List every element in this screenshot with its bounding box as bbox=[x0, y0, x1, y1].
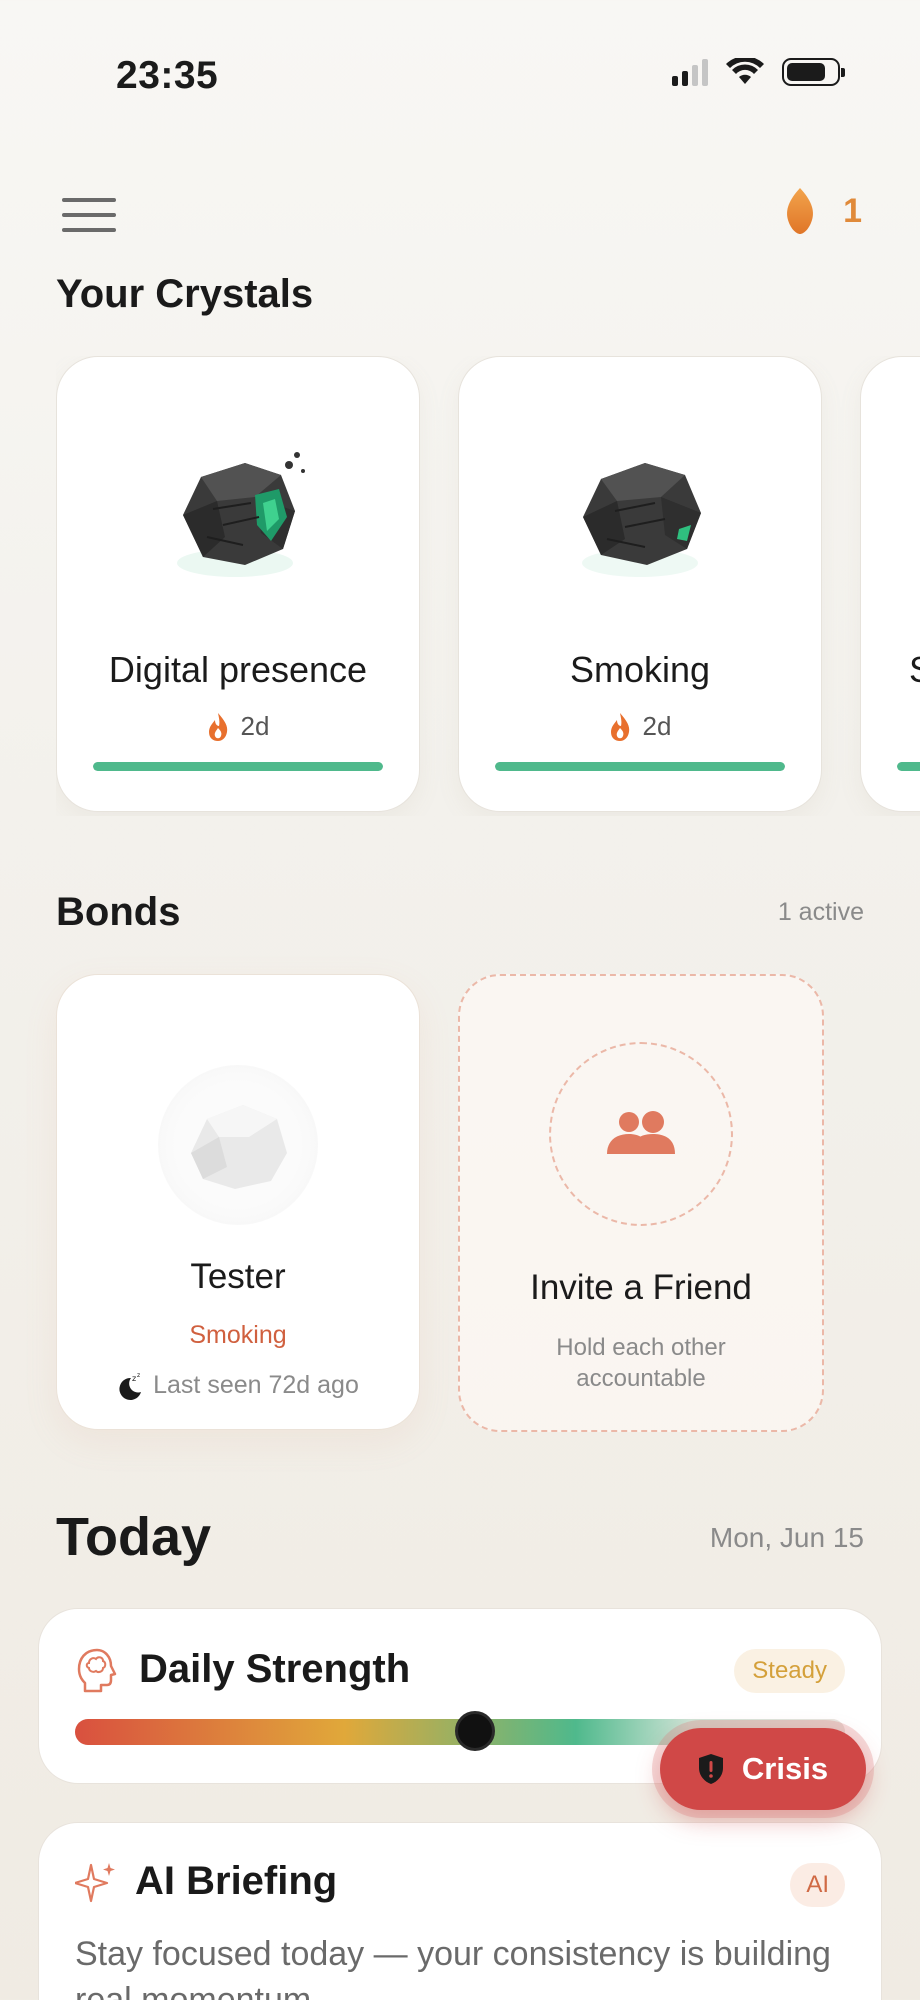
crystal-card-digital-presence[interactable]: Digital presence 2d bbox=[56, 356, 420, 812]
crystal-progress-bar bbox=[495, 762, 785, 771]
sleep-moon-icon: z z bbox=[119, 1372, 142, 1400]
crystal-image bbox=[177, 452, 305, 577]
status-icons bbox=[672, 58, 845, 86]
strength-status-badge: Steady bbox=[734, 1649, 845, 1693]
crystal-card-smoking[interactable]: Smoking 2d bbox=[458, 356, 822, 812]
crystals-carousel[interactable]: Digital presence 2d Smoking 2d S bbox=[56, 356, 920, 816]
today-date: Mon, Jun 15 bbox=[709, 1522, 864, 1553]
crystal-streak: 2d bbox=[459, 711, 821, 742]
bond-friend-habit: Smoking bbox=[189, 1321, 287, 1349]
crystal-progress-bar bbox=[897, 762, 920, 771]
bond-avatar bbox=[158, 1065, 318, 1225]
invite-subtitle: Hold each other accountable bbox=[556, 1334, 726, 1392]
crystal-progress-fill bbox=[897, 762, 920, 771]
strength-slider-knob[interactable] bbox=[455, 1711, 496, 1751]
crystal-streak-value: 2d bbox=[642, 711, 672, 741]
crystal-name: Smoking bbox=[569, 649, 711, 690]
battery-icon bbox=[782, 58, 845, 86]
bond-friend-name: Tester bbox=[190, 1257, 286, 1296]
wifi-icon bbox=[726, 58, 764, 84]
bond-last-seen: z z Last seen 72d ago bbox=[57, 1371, 419, 1400]
ai-briefing-text: Stay focused today — your consistency is… bbox=[75, 1935, 831, 2000]
status-bar: 23:35 bbox=[0, 0, 920, 150]
invite-title: Invite a Friend bbox=[530, 1268, 752, 1307]
crystals-section-title: Your Crystals bbox=[56, 272, 314, 316]
cellular-signal-icon bbox=[672, 58, 708, 86]
ember-count: 1 bbox=[843, 191, 862, 230]
crystal-progress-fill bbox=[495, 762, 785, 771]
crisis-button[interactable]: Crisis bbox=[660, 1728, 866, 1810]
users-icon bbox=[607, 1111, 675, 1154]
crystal-progress-fill bbox=[93, 762, 383, 771]
bond-last-seen-text: Last seen 72d ago bbox=[153, 1371, 359, 1399]
crystal-image bbox=[582, 463, 701, 577]
flame-icon bbox=[610, 712, 629, 741]
bonds-active-count: 1 active bbox=[777, 898, 864, 926]
crystal-name: Digital presence bbox=[108, 649, 368, 690]
shield-alert-icon bbox=[698, 1754, 723, 1784]
sparkle-icon bbox=[75, 1863, 115, 1903]
crystal-streak: 2d bbox=[57, 711, 419, 742]
ai-briefing-title: AI Briefing bbox=[135, 1859, 338, 1903]
flame-icon bbox=[208, 712, 227, 741]
daily-strength-title: Daily Strength bbox=[139, 1647, 411, 1691]
ai-badge: AI bbox=[790, 1863, 845, 1907]
bond-card-tester[interactable]: Tester Smoking z z Last seen 72d ago bbox=[56, 974, 420, 1430]
bonds-section-title: Bonds bbox=[56, 890, 181, 934]
crystal-name: S bbox=[861, 649, 920, 691]
brain-icon bbox=[77, 1648, 117, 1693]
white-crystal-icon bbox=[191, 1105, 287, 1189]
svg-text:z: z bbox=[137, 1372, 140, 1379]
status-time: 23:35 bbox=[116, 54, 219, 97]
invite-circle bbox=[549, 1042, 733, 1226]
svg-text:z: z bbox=[132, 1374, 136, 1383]
ember-counter[interactable]: 1 bbox=[785, 186, 862, 236]
today-title: Today bbox=[56, 1507, 212, 1567]
crystal-streak-value: 2d bbox=[240, 711, 270, 741]
crisis-label: Crisis bbox=[741, 1751, 829, 1786]
ai-briefing-card: AI Briefing AI Stay focused today — your… bbox=[38, 1822, 882, 2000]
invite-friend-card[interactable]: Invite a Friend Hold each other accounta… bbox=[458, 974, 824, 1432]
ember-icon bbox=[787, 188, 814, 234]
menu-icon[interactable] bbox=[62, 198, 116, 232]
crystal-card-partial[interactable]: S bbox=[860, 356, 920, 812]
crystal-progress-bar bbox=[93, 762, 383, 771]
